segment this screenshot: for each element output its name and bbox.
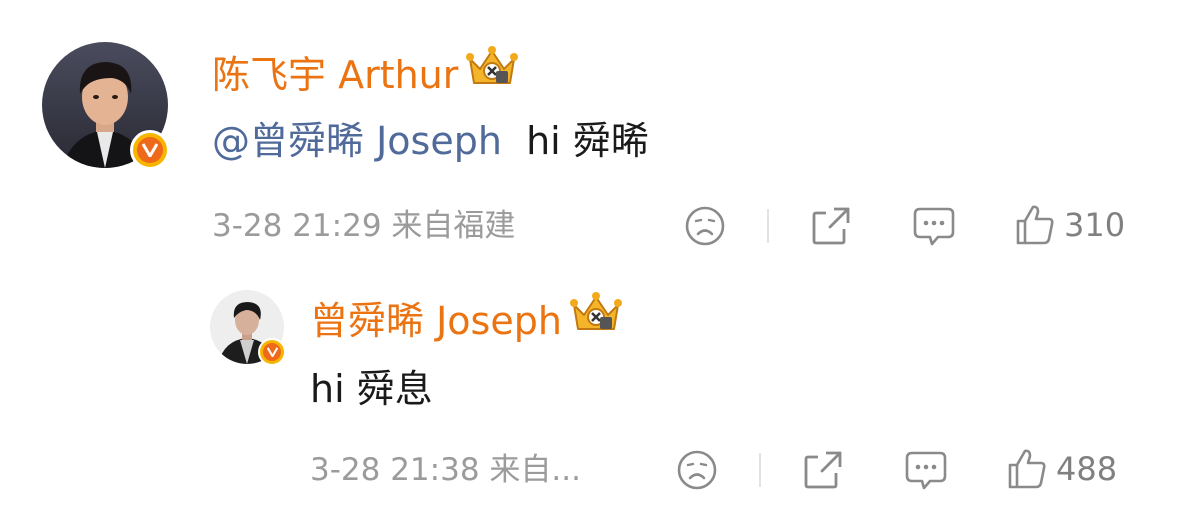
share-icon (804, 451, 842, 489)
verified-v-badge-icon (130, 130, 170, 170)
comment-body: @曾舜晞 Joseph hi 舜晞 (212, 116, 649, 166)
comment-author-name-text: 陈飞宇 Arthur (212, 52, 459, 97)
thumbs-up-icon (1016, 205, 1054, 245)
reply-author-avatar[interactable] (210, 290, 286, 366)
comment-bubble-icon (905, 451, 947, 490)
like-button[interactable]: 488 (1006, 447, 1117, 491)
dislike-button[interactable] (684, 205, 726, 247)
action-divider (767, 209, 769, 243)
share-icon (812, 207, 850, 245)
reply-author-name-text: 曾舜晞 Joseph (310, 298, 562, 343)
like-count: 310 (1064, 206, 1126, 244)
share-button[interactable] (802, 449, 844, 491)
sad-face-icon (685, 206, 725, 246)
vip-crown-icon (466, 45, 519, 98)
vip-crown-icon (569, 291, 622, 344)
mention-link[interactable]: @曾舜晞 Joseph (212, 119, 502, 163)
share-button[interactable] (810, 205, 852, 247)
thumbs-up-icon (1008, 449, 1046, 489)
action-divider (759, 453, 761, 487)
dislike-button[interactable] (676, 449, 718, 491)
reply-author-name[interactable]: 曾舜晞 Joseph (310, 291, 622, 343)
reply-meta: 3-28 21:38 来自... (310, 452, 581, 488)
comment-bubble-icon (913, 207, 955, 246)
comment-button[interactable] (912, 205, 956, 247)
like-button[interactable]: 310 (1014, 203, 1125, 247)
verified-v-badge-icon (258, 338, 286, 366)
like-count: 488 (1056, 450, 1118, 488)
comment-text: hi 舜晞 (526, 119, 649, 163)
sad-face-icon (677, 450, 717, 490)
comment-button[interactable] (904, 449, 948, 491)
comment-author-avatar[interactable] (42, 42, 170, 170)
comment-author-name[interactable]: 陈飞宇 Arthur (212, 45, 519, 97)
comment-meta: 3-28 21:29 来自福建 (212, 208, 516, 244)
reply-body: hi 舜息 (310, 367, 433, 411)
